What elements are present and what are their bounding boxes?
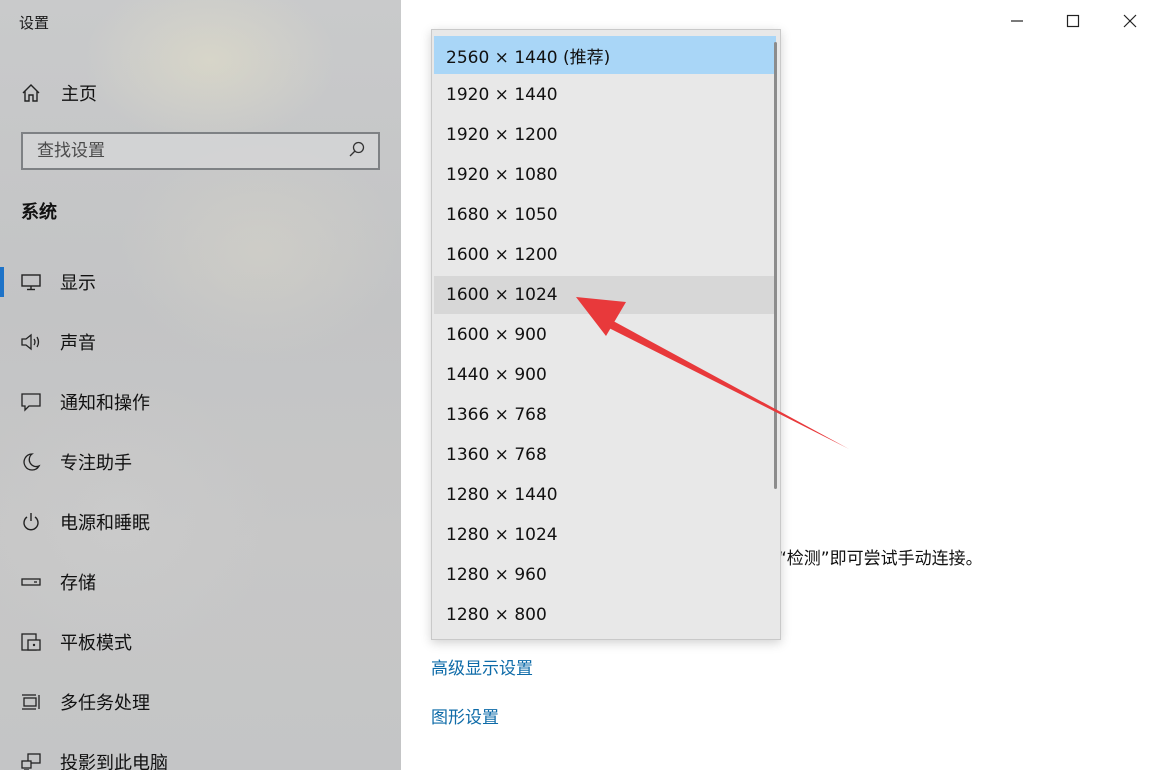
sidebar-item-label: 投影到此电脑 (60, 753, 168, 770)
search-box[interactable] (21, 132, 380, 170)
resolution-option-selected[interactable]: 2560 × 1440 (推荐) (434, 36, 776, 74)
dropdown-scrollbar[interactable] (774, 42, 777, 489)
sidebar-item-home[interactable]: 主页 (20, 80, 97, 106)
resolution-option[interactable]: 1280 × 800 (434, 596, 776, 634)
resolution-option[interactable]: 1600 × 900 (434, 316, 776, 354)
sidebar: 设置 主页 系统 显示 声音 通知和操作 (0, 0, 401, 770)
sidebar-item-label: 存储 (60, 573, 96, 594)
close-button[interactable] (1115, 8, 1145, 34)
minimize-icon (1011, 20, 1023, 22)
resolution-option[interactable]: 1920 × 1200 (434, 116, 776, 154)
sidebar-item-display[interactable]: 显示 (0, 252, 401, 312)
resolution-option[interactable]: 1920 × 1440 (434, 76, 776, 114)
close-icon (1123, 14, 1137, 28)
resolution-option[interactable]: 1280 × 1024 (434, 516, 776, 554)
sidebar-item-label: 声音 (60, 333, 96, 354)
sidebar-item-multitasking[interactable]: 多任务处理 (0, 672, 401, 732)
resolution-dropdown-list[interactable]: 2560 × 1440 (推荐) 1920 × 1440 1920 × 1200… (431, 29, 781, 640)
sidebar-item-label: 电源和睡眠 (60, 513, 150, 534)
sidebar-item-tablet-mode[interactable]: 平板模式 (0, 612, 401, 672)
resolution-option[interactable]: 1600 × 1200 (434, 236, 776, 274)
sidebar-item-label: 平板模式 (60, 633, 132, 654)
project-icon (20, 751, 42, 770)
speaker-icon (20, 331, 42, 353)
storage-icon (20, 571, 42, 593)
resolution-option-hovered[interactable]: 1600 × 1024 (434, 276, 776, 314)
sidebar-nav: 显示 声音 通知和操作 专注助手 电源和睡眠 存储 平板模式 多任务处理 投影到… (0, 252, 401, 770)
notification-icon (20, 391, 42, 413)
search-input[interactable] (37, 141, 337, 161)
graphics-settings-link[interactable]: 图形设置 (431, 703, 499, 728)
resolution-option[interactable]: 1366 × 768 (434, 396, 776, 434)
sidebar-item-notifications[interactable]: 通知和操作 (0, 372, 401, 432)
maximize-icon (1066, 14, 1080, 28)
monitor-icon (20, 271, 42, 293)
sidebar-item-label: 专注助手 (60, 453, 132, 474)
search-icon[interactable] (348, 140, 366, 162)
sidebar-item-focus-assist[interactable]: 专注助手 (0, 432, 401, 492)
tablet-icon (20, 631, 42, 653)
home-icon (20, 82, 42, 104)
sidebar-item-power-sleep[interactable]: 电源和睡眠 (0, 492, 401, 552)
resolution-option[interactable]: 1680 × 1050 (434, 196, 776, 234)
resolution-option[interactable]: 1280 × 960 (434, 556, 776, 594)
detect-hint-text: “检测”即可尝试手动连接。 (778, 549, 983, 569)
resolution-option[interactable]: 1360 × 768 (434, 436, 776, 474)
sidebar-item-storage[interactable]: 存储 (0, 552, 401, 612)
section-title: 系统 (21, 202, 57, 223)
resolution-option[interactable]: 1440 × 900 (434, 356, 776, 394)
sidebar-item-sound[interactable]: 声音 (0, 312, 401, 372)
maximize-button[interactable] (1058, 8, 1088, 34)
app-title: 设置 (19, 14, 50, 32)
advanced-display-settings-link[interactable]: 高级显示设置 (431, 654, 533, 679)
sidebar-item-project[interactable]: 投影到此电脑 (0, 732, 401, 770)
power-icon (20, 511, 42, 533)
sidebar-item-label: 显示 (60, 273, 96, 294)
minimize-button[interactable] (1002, 8, 1032, 34)
sidebar-item-label: 多任务处理 (60, 693, 150, 714)
resolution-option[interactable]: 1920 × 1080 (434, 156, 776, 194)
multitask-icon (20, 691, 42, 713)
sidebar-item-label: 通知和操作 (60, 393, 150, 414)
moon-icon (20, 451, 42, 473)
resolution-option[interactable]: 1280 × 1440 (434, 476, 776, 514)
sidebar-item-label: 主页 (61, 84, 97, 105)
